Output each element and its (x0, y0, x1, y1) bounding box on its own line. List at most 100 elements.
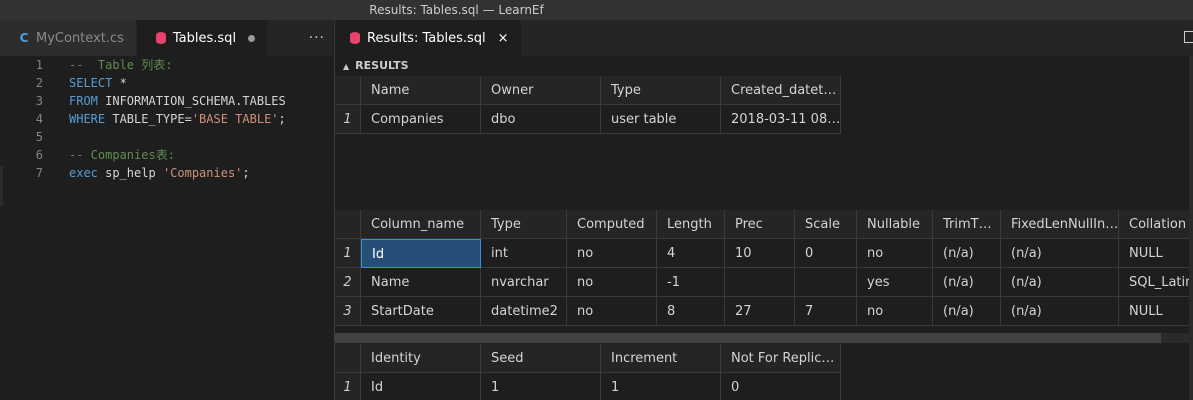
grid-corner[interactable] (335, 344, 361, 373)
line-number: 1 (35, 58, 43, 72)
table-cell[interactable]: no (857, 297, 933, 326)
column-header[interactable]: Created_datet… (721, 76, 841, 105)
column-header[interactable]: Computed (567, 210, 657, 239)
code-line[interactable]: 7 exec sp_help 'Companies'; (0, 164, 333, 182)
table-cell[interactable]: 27 (725, 297, 795, 326)
table-cell[interactable]: no (567, 268, 657, 297)
table-cell[interactable]: 0 (795, 239, 857, 268)
left-tab-bar: C MyContext.cs Tables.sql ··· (0, 20, 333, 56)
code-line[interactable]: 1 -- Table 列表: (0, 56, 333, 74)
code-editor[interactable]: 1 -- Table 列表: 2 SELECT * 3 FROM INFORMATION_… (0, 56, 333, 400)
close-icon[interactable]: × (498, 31, 509, 46)
table-cell[interactable]: 7 (795, 297, 857, 326)
column-header[interactable]: Nullable (857, 210, 933, 239)
column-header[interactable]: Column_name (361, 210, 481, 239)
collapse-caret-icon[interactable]: ▲ (343, 62, 349, 71)
left-editor-group: C MyContext.cs Tables.sql ··· 1 -- Table … (0, 20, 333, 400)
split-editor-icon[interactable] (1184, 31, 1193, 43)
code-line[interactable]: 3 FROM INFORMATION_SCHEMA.TABLES (0, 92, 333, 110)
row-number[interactable]: 3 (335, 297, 361, 326)
table-cell[interactable]: dbo (481, 105, 601, 134)
code-line[interactable]: 5 (0, 128, 333, 146)
table-cell[interactable]: (n/a) (933, 297, 1001, 326)
table-cell[interactable]: StartDate (361, 297, 481, 326)
table-cell[interactable]: Companies (361, 105, 481, 134)
column-header[interactable]: Name (361, 76, 481, 105)
code-line[interactable]: 4 WHERE TABLE_TYPE='BASE TABLE'; (0, 110, 333, 128)
table-cell[interactable]: NULL (1119, 239, 1193, 268)
grid-corner[interactable] (335, 76, 361, 105)
table-cell[interactable]: 1 (481, 373, 601, 400)
table-cell[interactable]: NULL (1119, 297, 1193, 326)
table-cell[interactable] (725, 268, 795, 297)
table-row[interactable]: 2Namenvarcharno-1yes(n/a)(n/a)SQL_Latin1 (335, 268, 1193, 297)
table-cell[interactable]: no (857, 239, 933, 268)
column-header[interactable]: Owner (481, 76, 601, 105)
column-header[interactable]: Scale (795, 210, 857, 239)
line-number: 3 (35, 94, 43, 108)
table-cell[interactable]: int (481, 239, 567, 268)
more-actions-icon[interactable]: ··· (309, 20, 325, 56)
horizontal-scrollbar[interactable] (335, 333, 1193, 343)
column-header[interactable]: Prec (725, 210, 795, 239)
tab-results[interactable]: Results: Tables.sql × (335, 20, 522, 56)
column-header[interactable]: Type (601, 76, 721, 105)
row-number[interactable]: 1 (335, 239, 361, 268)
table-cell[interactable]: 1 (601, 373, 721, 400)
table-cell[interactable]: (n/a) (1001, 239, 1119, 268)
results-grid-columns[interactable]: Column_name Type Computed Length Prec Scale Nu… (335, 210, 1193, 326)
row-number[interactable]: 2 (335, 268, 361, 297)
tab-tables-sql[interactable]: Tables.sql (136, 20, 269, 56)
table-cell[interactable]: Id (361, 373, 481, 400)
table-cell[interactable]: user table (601, 105, 721, 134)
table-row[interactable]: 1 Companies dbo user table 2018-03-11 08… (335, 105, 841, 134)
row-number[interactable]: 1 (335, 373, 361, 400)
tab-mycontext[interactable]: C MyContext.cs (0, 20, 137, 56)
table-cell[interactable]: -1 (657, 268, 725, 297)
table-cell[interactable]: (n/a) (933, 268, 1001, 297)
results-grid-identity[interactable]: Identity Seed Increment Not For Replic… 1 Id 1… (335, 344, 841, 400)
vertical-scrollbar[interactable] (1189, 56, 1193, 400)
row-number[interactable]: 1 (335, 105, 361, 134)
table-cell[interactable]: (n/a) (933, 239, 1001, 268)
table-cell[interactable]: (n/a) (1001, 297, 1119, 326)
table-row[interactable]: 3 StartDate datetime2 no 8 27 7 no (n/a) (n/a) NUL… (335, 297, 1193, 326)
line-number: 7 (35, 166, 43, 180)
code-line[interactable]: 2 SELECT * (0, 74, 333, 92)
table-cell[interactable]: (n/a) (1001, 268, 1119, 297)
code-line[interactable]: 6 -- Companies表: (0, 146, 333, 164)
table-cell[interactable] (795, 268, 857, 297)
column-header[interactable]: Increment (601, 344, 721, 373)
code-token: WHERE (69, 112, 106, 126)
table-cell[interactable]: nvarchar (481, 268, 567, 297)
grid-corner[interactable] (335, 210, 361, 239)
column-header[interactable]: Type (481, 210, 567, 239)
table-cell[interactable]: 4 (657, 239, 725, 268)
column-header[interactable]: Seed (481, 344, 601, 373)
scrollbar-thumb[interactable] (335, 333, 1161, 343)
table-cell[interactable]: datetime2 (481, 297, 567, 326)
table-cell[interactable]: Name (361, 268, 481, 297)
column-header[interactable]: Not For Replic… (721, 344, 841, 373)
column-header[interactable]: Identity (361, 344, 481, 373)
results-grid-tables[interactable]: Name Owner Type Created_datet… 1 Companies dbo… (335, 76, 841, 134)
table-row[interactable]: 1 Id int no 4 10 0 no (n/a) (n/a) NULL (335, 239, 1193, 268)
column-header[interactable]: Length (657, 210, 725, 239)
table-row[interactable]: 1 Id 1 1 0 (335, 373, 841, 400)
table-cell[interactable]: yes (857, 268, 933, 297)
column-header[interactable]: TrimT… (933, 210, 1001, 239)
table-cell[interactable]: 2018-03-11 08… (721, 105, 841, 134)
table-cell[interactable]: SQL_Latin1 (1119, 268, 1193, 297)
table-cell[interactable]: no (567, 297, 657, 326)
table-cell[interactable]: 8 (657, 297, 725, 326)
column-header[interactable]: FixedLenNullIn… (1001, 210, 1119, 239)
window-title: Results: Tables.sql — LearnEf (0, 0, 1193, 20)
table-cell[interactable]: 10 (725, 239, 795, 268)
table-cell[interactable]: 0 (721, 373, 841, 400)
results-section-header[interactable]: ▲ RESULTS (335, 56, 1193, 76)
unsaved-dot-icon[interactable] (248, 34, 256, 42)
column-header[interactable]: Collation (1119, 210, 1193, 239)
table-cell[interactable]: no (567, 239, 657, 268)
table-cell[interactable]: Id (361, 239, 481, 268)
